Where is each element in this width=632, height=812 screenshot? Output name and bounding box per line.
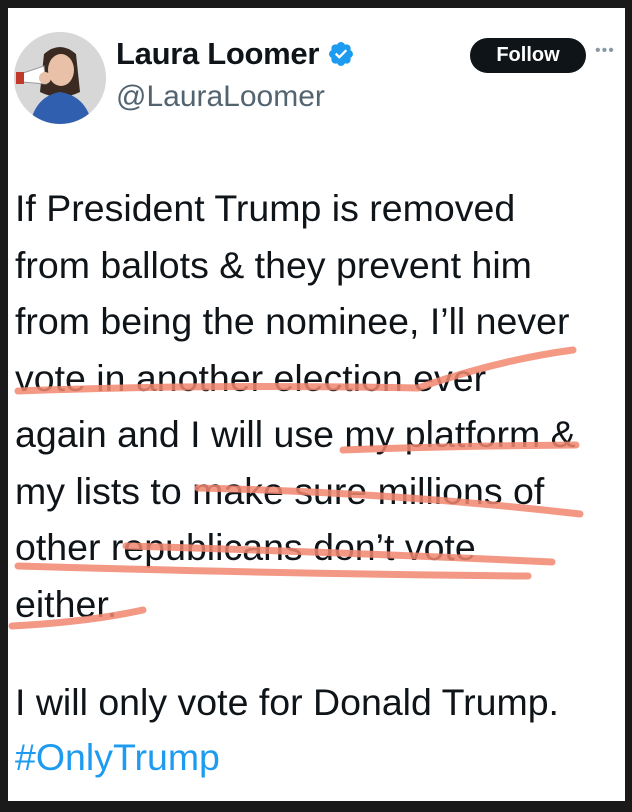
avatar[interactable] xyxy=(14,32,106,124)
author-display-name[interactable]: Laura Loomer xyxy=(116,36,319,72)
tweet-closing-text: I will only vote for Donald Trump. xyxy=(15,681,559,723)
screenshot-frame: Laura Loomer @LauraLoomer Follow ••• If … xyxy=(8,8,625,801)
tweet-text: If President Trump is removed from ballo… xyxy=(15,180,621,632)
tweet-text-line: my lists to make sure millions of xyxy=(15,469,545,512)
tweet-text-line: from ballots & they prevent him xyxy=(15,243,532,286)
author-handle[interactable]: @LauraLoomer xyxy=(116,80,325,114)
more-options-icon[interactable]: ••• xyxy=(595,42,615,60)
tweet-text-line: again and I will use my platform & xyxy=(15,413,576,455)
hashtag-link[interactable]: #OnlyTrump xyxy=(15,729,220,786)
tweet-text-line: other republicans don’t vote xyxy=(15,526,476,568)
author-name-row: Laura Loomer xyxy=(116,36,355,72)
follow-button[interactable]: Follow xyxy=(470,38,586,73)
verified-badge-icon xyxy=(329,42,354,66)
tweet-text-line: If President Trump is removed xyxy=(15,187,516,229)
tweet-text-line: either. xyxy=(15,582,118,625)
tweet-text-line: vote in another election ever xyxy=(15,356,487,399)
avatar-image xyxy=(14,32,106,124)
tweet-text-line: from being the nominee, I’ll never xyxy=(15,300,570,342)
